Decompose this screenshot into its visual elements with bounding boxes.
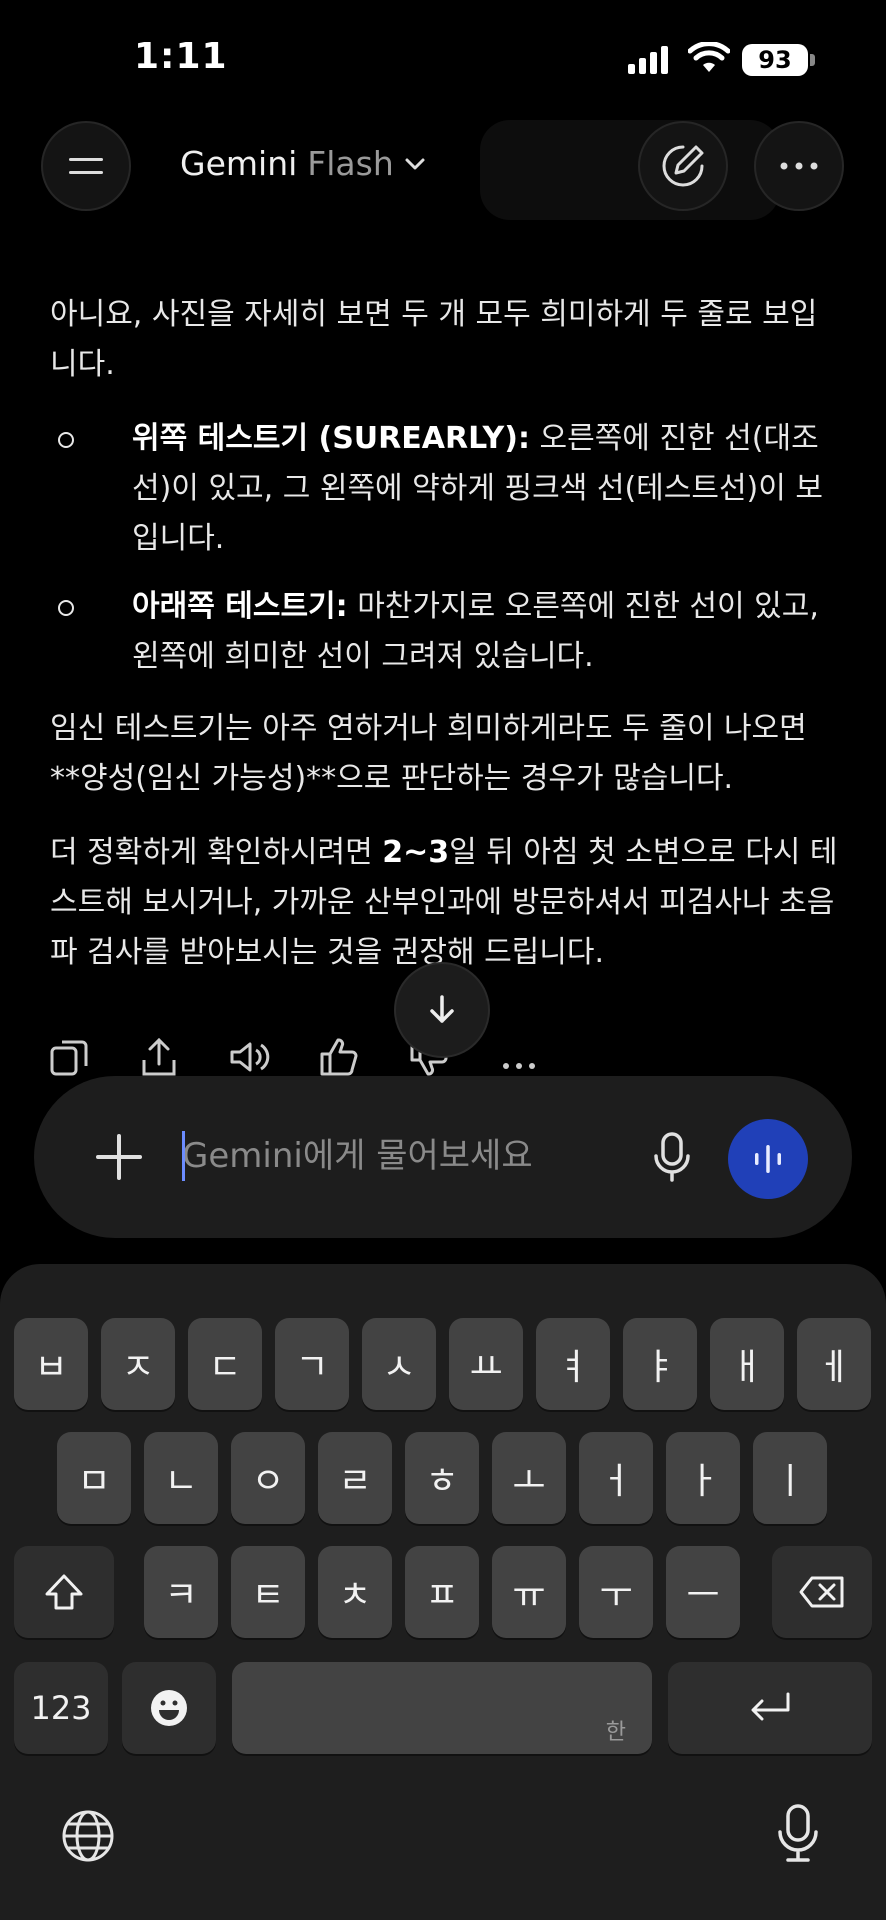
menu-button[interactable] bbox=[41, 121, 131, 211]
list-item: 아래쪽 테스트기: 마찬가지로 오른쪽에 진한 선이 있고, 왼쪽에 희미한 선… bbox=[50, 582, 840, 682]
more-actions-icon[interactable] bbox=[498, 1036, 540, 1078]
live-icon bbox=[755, 1145, 781, 1173]
prompt-bar bbox=[34, 1076, 852, 1238]
speaker-icon[interactable] bbox=[228, 1036, 270, 1078]
plus-icon[interactable] bbox=[94, 1132, 144, 1182]
status-time: 1:11 bbox=[134, 36, 228, 77]
paragraph-text: 더 정확하게 확인하시려면 bbox=[50, 835, 383, 870]
response-message: 아니요, 사진을 자세히 보면 두 개 모두 희미하게 두 줄로 보입니다. 위… bbox=[50, 290, 840, 1002]
more-icon bbox=[780, 162, 818, 170]
shift-key[interactable] bbox=[14, 1546, 114, 1638]
menu-icon bbox=[69, 158, 103, 174]
bullet-icon bbox=[58, 432, 74, 448]
key[interactable]: ㅔ bbox=[797, 1318, 871, 1410]
key[interactable]: ㄹ bbox=[318, 1432, 392, 1524]
key[interactable]: ㅗ bbox=[492, 1432, 566, 1524]
paragraph-bold: 2~3 bbox=[382, 835, 450, 870]
bullet-label: 위쪽 테스트기 (SUREARLY): bbox=[132, 421, 530, 456]
scroll-down-button[interactable] bbox=[394, 962, 490, 1058]
key[interactable]: ㅊ bbox=[318, 1546, 392, 1638]
key[interactable]: ㄱ bbox=[275, 1318, 349, 1410]
more-options-button[interactable] bbox=[754, 121, 844, 211]
key[interactable]: ㅣ bbox=[753, 1432, 827, 1524]
key[interactable]: ㅡ bbox=[666, 1546, 740, 1638]
text-caret bbox=[182, 1131, 185, 1181]
key[interactable]: ㅅ bbox=[362, 1318, 436, 1410]
key[interactable]: ㅑ bbox=[623, 1318, 697, 1410]
space-key[interactable]: 한 bbox=[232, 1662, 652, 1754]
arrow-down-icon bbox=[430, 995, 454, 1023]
key[interactable]: ㅂ bbox=[14, 1318, 88, 1410]
globe-icon[interactable] bbox=[60, 1808, 116, 1864]
new-chat-icon bbox=[662, 145, 704, 187]
new-chat-button[interactable] bbox=[638, 121, 728, 211]
status-bar: 1:11 93 bbox=[0, 0, 886, 120]
key[interactable]: ㅇ bbox=[231, 1432, 305, 1524]
message-paragraph: 더 정확하게 확인하시려면 2~3일 뒤 아침 첫 소변으로 다시 테스트해 보… bbox=[50, 828, 840, 978]
backspace-key[interactable] bbox=[772, 1546, 872, 1638]
key[interactable]: ㅠ bbox=[492, 1546, 566, 1638]
background-overlay bbox=[480, 120, 780, 220]
live-button[interactable] bbox=[728, 1119, 808, 1199]
key[interactable]: ㅏ bbox=[666, 1432, 740, 1524]
key[interactable]: ㄴ bbox=[144, 1432, 218, 1524]
model-picker[interactable]: Gemini Flash bbox=[180, 144, 426, 183]
battery-indicator: 93 bbox=[742, 44, 808, 76]
prompt-input[interactable] bbox=[182, 1126, 602, 1186]
key[interactable]: ㅁ bbox=[57, 1432, 131, 1524]
model-variant: Flash bbox=[307, 144, 394, 183]
key[interactable]: ㅜ bbox=[579, 1546, 653, 1638]
dictation-icon[interactable] bbox=[776, 1802, 820, 1866]
bullet-label: 아래쪽 테스트기: bbox=[132, 589, 348, 624]
return-key[interactable] bbox=[668, 1662, 872, 1754]
key[interactable]: ㅐ bbox=[710, 1318, 784, 1410]
key[interactable]: ㅈ bbox=[101, 1318, 175, 1410]
wifi-icon bbox=[688, 42, 730, 72]
bullet-icon bbox=[58, 600, 74, 616]
cellular-signal-icon bbox=[628, 46, 668, 74]
key[interactable]: ㅎ bbox=[405, 1432, 479, 1524]
battery-tip bbox=[810, 54, 815, 66]
key[interactable]: ㅛ bbox=[449, 1318, 523, 1410]
message-intro: 아니요, 사진을 자세히 보면 두 개 모두 희미하게 두 줄로 보입니다. bbox=[50, 297, 818, 382]
share-icon[interactable] bbox=[138, 1036, 180, 1078]
key[interactable]: ㅌ bbox=[231, 1546, 305, 1638]
numbers-key[interactable]: 123 bbox=[14, 1662, 108, 1754]
message-bullets: 위쪽 테스트기 (SUREARLY): 오른쪽에 진한 선(대조선)이 있고, … bbox=[50, 414, 840, 682]
space-key-hint: 한 bbox=[605, 1720, 626, 1745]
copy-icon[interactable] bbox=[48, 1036, 90, 1078]
model-name: Gemini bbox=[180, 144, 298, 183]
message-paragraph: 임신 테스트기는 아주 연하거나 희미하게라도 두 줄이 나오면 **양성(임신… bbox=[50, 711, 807, 796]
key[interactable]: ㅋ bbox=[144, 1546, 218, 1638]
backspace-icon bbox=[799, 1576, 844, 1608]
key[interactable]: ㅓ bbox=[579, 1432, 653, 1524]
emoji-icon bbox=[151, 1690, 187, 1726]
key[interactable]: ㅍ bbox=[405, 1546, 479, 1638]
return-icon bbox=[751, 1692, 790, 1721]
keyboard: ㅂ ㅈ ㄷ ㄱ ㅅ ㅛ ㅕ ㅑ ㅐ ㅔ ㅁ ㄴ ㅇ ㄹ ㅎ ㅗ ㅓ ㅏ ㅣ ㅋ … bbox=[0, 1264, 886, 1920]
chevron-down-icon bbox=[405, 158, 425, 169]
thumbs-up-icon[interactable] bbox=[318, 1036, 360, 1078]
key[interactable]: ㅕ bbox=[536, 1318, 610, 1410]
shift-icon bbox=[45, 1574, 83, 1610]
list-item: 위쪽 테스트기 (SUREARLY): 오른쪽에 진한 선(대조선)이 있고, … bbox=[50, 414, 840, 564]
emoji-key[interactable] bbox=[122, 1662, 216, 1754]
mic-icon[interactable] bbox=[650, 1130, 694, 1184]
key[interactable]: ㄷ bbox=[188, 1318, 262, 1410]
